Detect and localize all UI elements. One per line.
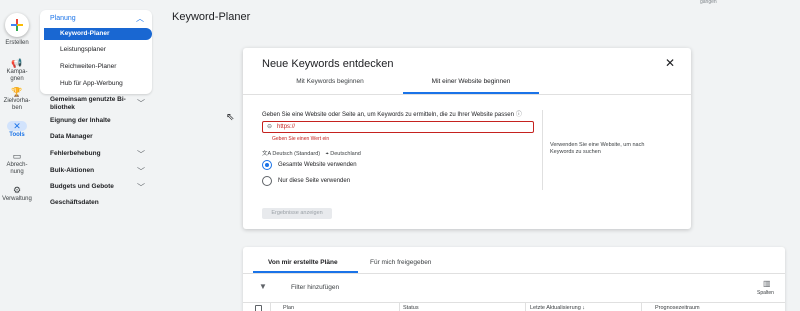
column-header-plan[interactable]: Plan [283, 305, 294, 311]
column-header-status[interactable]: Status [403, 305, 419, 311]
help-icon[interactable]: ⓘ [516, 109, 522, 118]
url-error-message: Geben Sie einen Wert ein [272, 136, 330, 142]
rail-item-tools[interactable]: ✕ Tools [0, 121, 34, 139]
nav-item-data-manager[interactable]: Data Manager [50, 133, 140, 141]
vertical-divider [542, 110, 543, 190]
nav-sub-performance-planner[interactable]: Leistungsplaner [60, 46, 106, 53]
planning-header[interactable]: Planung [50, 15, 76, 22]
side-hint: Verwenden Sie eine Website, um nach Keyw… [550, 142, 645, 155]
column-separator [270, 303, 271, 311]
column-separator [399, 303, 400, 311]
website-field-label: Geben Sie eine Website oder Seite an, um… [262, 109, 522, 118]
columns-button[interactable]: Spalten [757, 290, 774, 296]
top-right-text: gangen [700, 0, 717, 5]
planning-group: Planung ︿ Keyword-Planer Leistungsplaner… [40, 10, 152, 94]
tools-icon: ✕ [7, 121, 27, 131]
mouse-cursor-icon: ⇖ [226, 112, 235, 123]
location-value: Deutschland [330, 151, 361, 157]
create-button[interactable] [5, 13, 29, 37]
tab-label: Mit Keywords beginnen [296, 78, 364, 85]
chevron-down-icon[interactable]: ﹀ [137, 166, 145, 177]
nav-sub-reach-planner[interactable]: Reichweiten-Planer [60, 63, 116, 70]
close-icon[interactable]: ✕ [665, 56, 675, 70]
column-header-last-updated[interactable]: Letzte Aktualisierung ↓ [530, 305, 585, 311]
add-filter-button[interactable]: Filter hinzufügen [291, 284, 339, 291]
column-separator [641, 303, 642, 311]
radio-entire-website[interactable] [262, 160, 272, 170]
column-separator [525, 303, 526, 311]
rail-item-admin[interactable]: ⚙ Verwaltung [0, 185, 34, 203]
tab-shared-with-me[interactable]: Für mich freigegeben [370, 259, 431, 266]
website-url-input[interactable]: ⊖ https:// [262, 121, 534, 133]
link-icon: ⊖ [267, 124, 273, 130]
nav-sub-keyword-planner[interactable]: Keyword-Planer [44, 28, 152, 40]
chevron-down-icon[interactable]: ﹀ [137, 182, 145, 193]
navigation-rail: Erstellen 📢 Kampa- gnen 🏆 Zielvorha- ben… [0, 0, 34, 311]
language-value: Deutsch (Standard) [272, 151, 321, 157]
column-header-forecast-period[interactable]: Prognosezeitraum [655, 305, 700, 311]
chevron-up-icon[interactable]: ︿ [136, 13, 144, 24]
trophy-icon: 🏆 [11, 87, 23, 97]
radio-label: Gesamte Website verwenden [278, 162, 357, 168]
rail-item-campaigns[interactable]: 📢 Kampa- gnen [0, 58, 34, 83]
arrow-down-icon: ↓ [582, 305, 586, 311]
tab-label: Mit einer Website beginnen [431, 78, 511, 85]
chevron-down-icon[interactable]: ﹀ [137, 98, 145, 109]
plans-panel: Von mir erstellte Pläne Für mich freigeg… [243, 247, 785, 311]
tab-my-plans[interactable]: Von mir erstellte Pläne [268, 259, 338, 266]
select-all-checkbox[interactable] [255, 305, 262, 311]
page-title: Keyword-Planer [172, 11, 251, 23]
rail-item-goals[interactable]: 🏆 Zielvorha- ben [0, 87, 34, 112]
keyword-discovery-dialog: Neue Keywords entdecken ✕ Mit Keywords b… [243, 48, 691, 229]
megaphone-icon: 📢 [11, 58, 23, 68]
show-results-button[interactable]: Ergebnisse anzeigen [262, 208, 332, 219]
table-header-divider [243, 302, 785, 303]
tools-nav-panel: Planung ︿ Keyword-Planer Leistungsplaner… [37, 0, 155, 311]
radio-this-page-only[interactable] [262, 176, 272, 186]
language-location-row[interactable]: 文A Deutsch (Standard) ⌖ Deutschland [262, 149, 361, 158]
filter-icon[interactable]: ▼ [259, 282, 267, 291]
plus-icon [11, 19, 23, 31]
tab-start-with-website[interactable]: Mit einer Website beginnen [403, 78, 539, 94]
rail-item-billing[interactable]: ▭ Abrech- nung [0, 151, 34, 176]
tab-start-with-keywords[interactable]: Mit Keywords beginnen [262, 78, 398, 94]
url-value: https:// [277, 124, 296, 130]
chevron-down-icon[interactable]: ﹀ [137, 149, 145, 160]
nav-item-troubleshooting[interactable]: Fehlerbehebung [50, 150, 140, 158]
nav-item-business-data[interactable]: Geschäftsdaten [50, 199, 140, 207]
create-label: Erstellen [5, 40, 29, 46]
tab-divider [243, 273, 785, 274]
radio-label: Nur diese Seite verwenden [278, 178, 351, 184]
billing-icon: ▭ [12, 151, 22, 161]
location-pin-icon: ⌖ [325, 151, 329, 157]
dialog-title: Neue Keywords entdecken [262, 58, 394, 70]
translate-icon: 文A [262, 151, 271, 157]
nav-sub-app-hub[interactable]: Hub für App-Werbung [60, 80, 123, 87]
nav-item-budgets-bids[interactable]: Budgets und Gebote [50, 183, 140, 191]
nav-item-shared-library[interactable]: Gemeinsam genutzte Bi- bliothek [50, 96, 140, 112]
tab-divider [243, 94, 691, 95]
nav-item-bulk-actions[interactable]: Bulk-Aktionen [50, 167, 140, 175]
columns-icon[interactable]: ▥ [763, 279, 771, 288]
gear-icon: ⚙ [12, 185, 22, 195]
nav-item-content-suitability[interactable]: Eignung der Inhalte [50, 117, 140, 125]
